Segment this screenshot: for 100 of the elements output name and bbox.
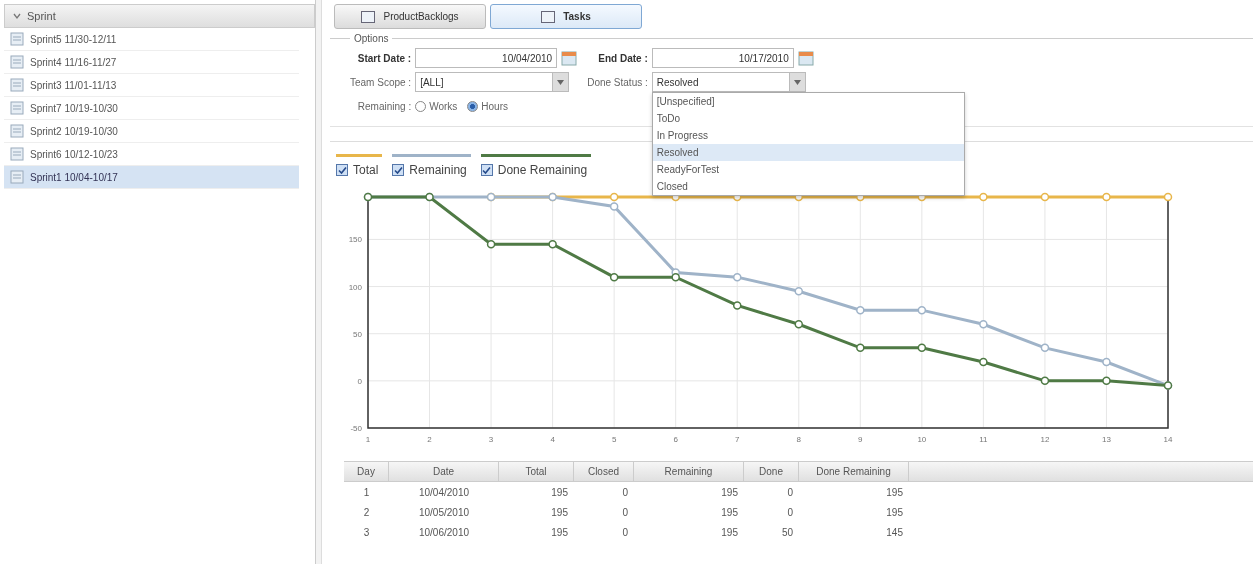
table-cell-text: 0 <box>786 485 794 500</box>
table-cell-text: 195 <box>550 525 569 540</box>
field-label: Done Status : <box>587 76 648 88</box>
legend-toggle[interactable]: Done Remaining <box>480 163 592 177</box>
table-cell-text: 195 <box>550 505 569 520</box>
axis-label: 13 <box>1102 434 1111 444</box>
document-icon <box>10 78 24 92</box>
legend-toggle[interactable]: Remaining <box>392 163 471 177</box>
axis-label: 12 <box>1040 434 1050 444</box>
radio-button[interactable] <box>415 100 427 112</box>
tab-icon <box>361 10 376 23</box>
axis-label: 0 <box>357 376 362 386</box>
checkbox[interactable] <box>480 164 493 176</box>
dropdown-option[interactable]: Closed <box>652 178 964 195</box>
document-icon <box>10 32 24 46</box>
tab[interactable]: ProductBacklogs <box>334 4 486 29</box>
checkmark-icon <box>482 165 492 175</box>
sprint-label: Sprint7 10/19-10/30 <box>30 102 118 114</box>
start-date-field[interactable]: 10/04/2010 <box>415 48 558 68</box>
table-cell-text: 0 <box>621 525 629 540</box>
table-cell-text: 3 <box>362 525 371 540</box>
point <box>979 319 988 329</box>
chevron-icon[interactable] <box>13 12 21 20</box>
dropdown-option[interactable]: ToDo <box>652 110 964 127</box>
column-header[interactable]: Done Remaining <box>799 462 909 482</box>
document-icon <box>10 101 24 115</box>
axis-label: 7 <box>735 434 740 444</box>
point <box>979 192 988 202</box>
tab-icon <box>541 10 556 23</box>
sprint-item[interactable]: Sprint4 11/16-11/27 <box>4 51 299 74</box>
sprint-label: Sprint3 11/01-11/13 <box>30 79 117 91</box>
column-header[interactable]: Done <box>744 462 799 482</box>
sprint-item[interactable]: Sprint7 10/19-10/30 <box>4 97 299 120</box>
column-header[interactable]: Total <box>499 462 574 482</box>
document-icon <box>10 170 24 184</box>
axis-label: 4 <box>550 434 555 444</box>
column-header[interactable]: Date <box>389 462 499 482</box>
axis-label: 2 <box>427 434 432 444</box>
axis-label: 150 <box>348 235 362 245</box>
point <box>1040 343 1050 353</box>
table-cell-text: 195 <box>720 505 739 520</box>
sprint-label: Sprint5 11/30-12/11 <box>30 33 117 45</box>
point <box>1040 192 1050 202</box>
radio-button[interactable] <box>467 100 479 112</box>
point <box>548 239 557 249</box>
axis-label: 100 <box>348 282 362 292</box>
tree-header[interactable]: Sprint <box>4 4 315 28</box>
axis-label: 8 <box>796 434 801 444</box>
point <box>1102 192 1111 202</box>
legend-toggle[interactable]: Total <box>336 163 383 177</box>
sprint-item[interactable]: Sprint1 10/04-10/17 <box>4 166 299 189</box>
point <box>1102 376 1111 386</box>
options-legend: Options <box>350 33 393 44</box>
axis-label: 9 <box>858 434 863 444</box>
calendar-icon[interactable] <box>561 50 578 66</box>
point <box>917 343 927 353</box>
table-cell-text: 195 <box>550 485 569 500</box>
point <box>732 272 742 282</box>
point <box>917 305 927 315</box>
dropdown-option[interactable]: [Unspecified] <box>652 93 964 110</box>
table-cell-text: 0 <box>621 505 629 520</box>
table-cell-text: 50 <box>780 525 794 540</box>
sprint-item[interactable]: Sprint5 11/30-12/11 <box>4 28 299 51</box>
column-header[interactable]: Day <box>344 462 389 482</box>
sprint-label: Sprint2 10/19-10/30 <box>30 125 118 137</box>
radio-option[interactable]: Works <box>415 100 458 112</box>
table-cell-text: 195 <box>720 525 739 540</box>
point <box>732 301 742 310</box>
field-label: End Date : <box>598 52 648 64</box>
table-cell-text: 195 <box>720 485 739 500</box>
table-cell-text: 1 <box>362 485 371 500</box>
point <box>1102 357 1111 367</box>
point <box>609 192 619 202</box>
table-cell-text: 0 <box>621 485 629 500</box>
tab[interactable]: Tasks <box>490 4 642 29</box>
column-header[interactable]: Remaining <box>634 462 744 482</box>
end-date-field[interactable]: 10/17/2010 <box>651 48 794 68</box>
sprint-item[interactable]: Sprint2 10/19-10/30 <box>4 120 299 143</box>
dropdown-option[interactable]: ReadyForTest <box>652 161 964 178</box>
caret-icon[interactable] <box>793 79 801 85</box>
point <box>671 272 680 282</box>
point <box>486 239 496 249</box>
column-header[interactable]: Closed <box>574 462 634 482</box>
table-cell-text: 145 <box>885 525 904 540</box>
caret-icon[interactable] <box>557 79 565 85</box>
axis-label: -50 <box>350 423 362 433</box>
sprint-item[interactable]: Sprint3 11/01-11/13 <box>4 74 299 97</box>
dropdown-option[interactable]: Resolved <box>652 144 964 161</box>
calendar-icon[interactable] <box>797 50 814 66</box>
checkbox[interactable] <box>392 164 405 176</box>
dropdown-option[interactable]: In Progress <box>652 127 964 144</box>
radio-option[interactable]: Hours <box>467 100 508 112</box>
sprint-label: Sprint6 10/12-10/23 <box>30 148 118 160</box>
table-cell-text: 0 <box>786 505 794 520</box>
team-scope-dropdown[interactable]: [ALL] <box>415 72 570 92</box>
field-label: Team Scope : <box>350 76 412 88</box>
checkmark-icon <box>393 165 403 175</box>
table-cell-text: 10/04/2010 <box>417 485 471 500</box>
checkbox[interactable] <box>336 164 348 176</box>
sprint-label: Sprint1 10/04-10/17 <box>30 171 118 183</box>
